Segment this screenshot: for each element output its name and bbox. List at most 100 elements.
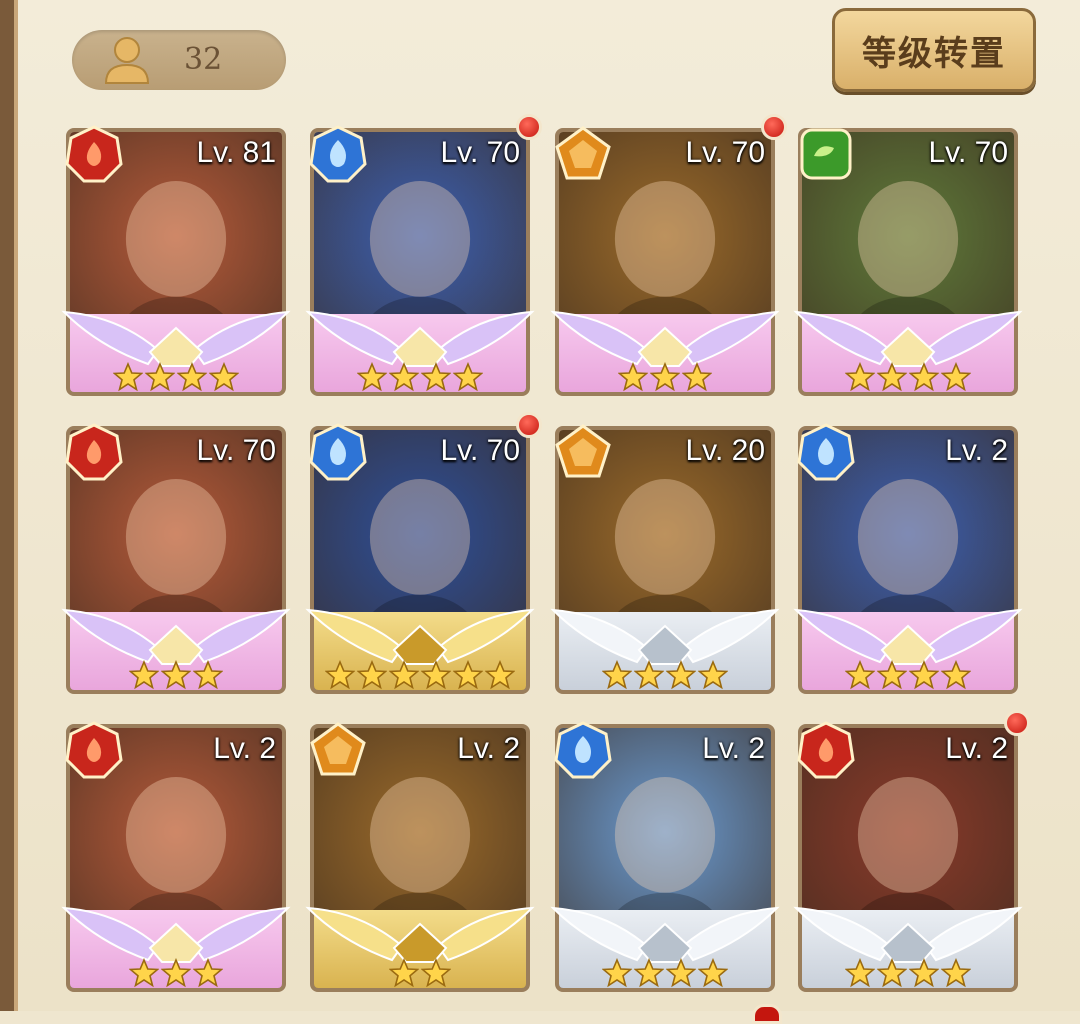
star-icon <box>389 362 419 392</box>
star-icon <box>845 660 875 690</box>
hero-level-label: Lv. 2 <box>702 732 765 765</box>
star-icon <box>485 660 515 690</box>
hero-level-label: Lv. 70 <box>196 434 277 467</box>
star-rating <box>66 958 286 988</box>
hero-card[interactable]: Lv. 2 <box>305 722 535 992</box>
hero-card[interactable]: Lv. 20 <box>550 424 780 694</box>
star-rating <box>555 362 775 392</box>
hero-level-label: Lv. 20 <box>685 434 766 467</box>
star-icon <box>453 660 483 690</box>
star-icon <box>618 362 648 392</box>
rarity-wings-icon <box>550 608 780 665</box>
star-icon <box>941 958 971 988</box>
star-icon <box>682 362 712 392</box>
rarity-wings-icon <box>550 310 780 367</box>
hero-grid: Lv. 81 Lv. 70 Lv. 70 Lv. 70 Lv. 70 Lv. 70 Lv. … <box>0 0 1080 1011</box>
hero-card[interactable]: Lv. 70 <box>61 423 291 694</box>
hero-card[interactable]: Lv. 2 <box>793 710 1030 992</box>
star-icon <box>389 660 419 690</box>
star-icon <box>698 958 728 988</box>
star-icon <box>209 362 239 392</box>
star-icon <box>193 660 223 690</box>
rarity-wings-icon <box>305 906 535 963</box>
star-icon <box>177 362 207 392</box>
star-icon <box>877 362 907 392</box>
rarity-wings-icon <box>793 310 1023 367</box>
star-rating <box>310 362 530 392</box>
star-icon <box>421 362 451 392</box>
fire-element-icon <box>65 125 123 183</box>
rarity-wings-icon <box>61 608 291 665</box>
star-icon <box>453 362 483 392</box>
star-icon <box>634 958 664 988</box>
star-icon <box>909 958 939 988</box>
earth-element-icon <box>555 126 611 180</box>
star-icon <box>941 660 971 690</box>
water-element-icon <box>797 423 855 481</box>
star-icon <box>421 660 451 690</box>
star-icon <box>129 958 159 988</box>
notification-dot <box>516 412 542 438</box>
notification-dot <box>761 114 787 140</box>
star-rating <box>66 660 286 690</box>
star-icon <box>845 362 875 392</box>
star-icon <box>421 958 451 988</box>
fire-element-icon <box>797 721 855 779</box>
notification-dot <box>516 114 542 140</box>
star-icon <box>113 362 143 392</box>
rarity-wings-icon <box>793 906 1023 963</box>
star-icon <box>602 660 632 690</box>
rarity-wings-icon <box>550 906 780 963</box>
hero-card[interactable]: Lv. 70 <box>305 114 542 396</box>
hero-level-label: Lv. 81 <box>196 136 277 169</box>
star-icon <box>357 362 387 392</box>
hero-card[interactable]: Lv. 70 <box>305 412 542 694</box>
star-icon <box>666 958 696 988</box>
rarity-wings-icon <box>305 310 535 367</box>
earth-element-icon <box>310 722 366 776</box>
hero-card[interactable]: Lv. 70 <box>550 114 787 396</box>
star-icon <box>650 362 680 392</box>
water-element-icon <box>309 125 367 183</box>
star-icon <box>909 362 939 392</box>
star-rating <box>66 362 286 392</box>
star-rating <box>798 362 1018 392</box>
hero-level-label: Lv. 2 <box>457 732 520 765</box>
hero-level-label: Lv. 70 <box>440 434 521 467</box>
water-element-icon <box>554 721 612 779</box>
rarity-wings-icon <box>305 608 535 665</box>
star-icon <box>357 660 387 690</box>
notification-dot <box>1004 710 1030 736</box>
hero-level-label: Lv. 2 <box>945 434 1008 467</box>
star-icon <box>877 660 907 690</box>
hero-card[interactable]: Lv. 2 <box>550 721 780 992</box>
star-icon <box>145 362 175 392</box>
star-icon <box>161 958 191 988</box>
star-rating <box>555 660 775 690</box>
star-rating <box>310 660 530 690</box>
rarity-wings-icon <box>61 906 291 963</box>
hero-card[interactable]: Lv. 70 <box>793 128 1023 396</box>
star-icon <box>698 660 728 690</box>
star-icon <box>634 660 664 690</box>
hero-level-label: Lv. 2 <box>213 732 276 765</box>
star-rating <box>310 958 530 988</box>
star-icon <box>389 958 419 988</box>
water-element-icon <box>309 423 367 481</box>
star-icon <box>602 958 632 988</box>
rarity-wings-icon <box>793 608 1023 665</box>
hero-level-label: Lv. 2 <box>945 732 1008 765</box>
star-icon <box>325 660 355 690</box>
hero-card[interactable]: Lv. 81 <box>61 125 291 396</box>
star-icon <box>161 660 191 690</box>
fire-element-icon <box>65 721 123 779</box>
hero-level-label: Lv. 70 <box>928 136 1009 169</box>
star-rating <box>555 958 775 988</box>
hero-card[interactable]: Lv. 2 <box>61 721 291 992</box>
star-rating <box>798 958 1018 988</box>
nature-element-icon <box>800 128 852 180</box>
star-icon <box>193 958 223 988</box>
earth-element-icon <box>555 424 611 478</box>
hero-card[interactable]: Lv. 2 <box>793 423 1023 694</box>
star-icon <box>129 660 159 690</box>
